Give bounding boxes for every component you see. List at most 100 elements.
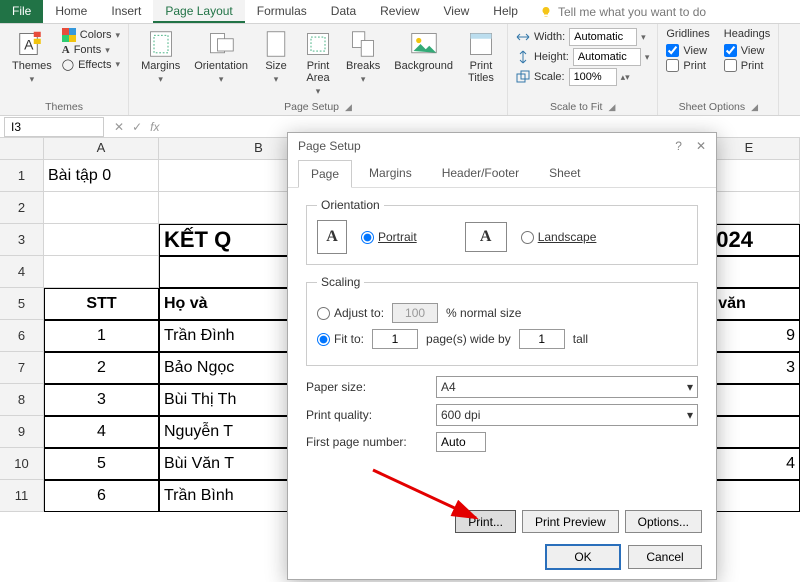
options-button[interactable]: Options...	[625, 510, 702, 533]
tell-me[interactable]: Tell me what you want to do	[530, 0, 716, 23]
fit-to-radio[interactable]: Fit to:	[317, 332, 364, 346]
cell[interactable]: STT	[44, 288, 159, 320]
group-sheet-options: Gridlines View Print Headings View Print…	[658, 24, 779, 115]
scale-launcher[interactable]: ◢	[608, 102, 615, 113]
print-titles-icon	[467, 30, 495, 58]
tab-help[interactable]: Help	[481, 0, 530, 23]
paper-size-label: Paper size:	[306, 380, 426, 394]
print-area-icon	[304, 30, 332, 58]
cancel-button[interactable]: Cancel	[628, 545, 702, 569]
background-button[interactable]: Background	[390, 28, 457, 74]
colors-button[interactable]: Colors ▾	[62, 28, 120, 42]
fit-tall-input[interactable]	[519, 329, 565, 349]
cancel-formula-icon[interactable]: ✕	[114, 120, 124, 134]
headings-view-check[interactable]: View	[724, 44, 770, 57]
paper-size-select[interactable]: A4▾	[436, 376, 698, 398]
margins-button[interactable]: Margins▾	[137, 28, 184, 87]
cell[interactable]	[44, 256, 159, 288]
row-header[interactable]: 2	[0, 192, 44, 224]
gridlines-print-check[interactable]: Print	[666, 59, 709, 72]
dialog-tab-header-footer[interactable]: Header/Footer	[429, 159, 532, 187]
close-icon[interactable]: ✕	[696, 139, 706, 153]
ok-button[interactable]: OK	[546, 545, 620, 569]
chevron-down-icon: ▾	[687, 380, 693, 394]
print-titles-button[interactable]: Print Titles	[463, 28, 499, 86]
col-header-a[interactable]: A	[44, 138, 159, 160]
print-quality-label: Print quality:	[306, 408, 426, 422]
headings-print-check[interactable]: Print	[724, 59, 770, 72]
scale-pct-input[interactable]	[569, 68, 617, 86]
row-header[interactable]: 7	[0, 352, 44, 384]
row-header[interactable]: 6	[0, 320, 44, 352]
cell[interactable]: Bài tập 0	[44, 160, 159, 192]
cell[interactable]: 4	[44, 416, 159, 448]
cell[interactable]: 5	[44, 448, 159, 480]
scale-width-select[interactable]	[569, 28, 637, 46]
tab-view[interactable]: View	[432, 0, 482, 23]
cell[interactable]: 1	[44, 320, 159, 352]
tab-formulas[interactable]: Formulas	[245, 0, 319, 23]
gridlines-view-check[interactable]: View	[666, 44, 709, 57]
row-header[interactable]: 8	[0, 384, 44, 416]
fx-icon[interactable]: fx	[150, 120, 159, 134]
orientation-button[interactable]: Orientation▾	[190, 28, 252, 87]
lightbulb-icon	[540, 6, 552, 18]
cell[interactable]	[44, 192, 159, 224]
row-header[interactable]: 1	[0, 160, 44, 192]
row-header[interactable]: 4	[0, 256, 44, 288]
height-icon	[516, 50, 530, 64]
row-header[interactable]: 5	[0, 288, 44, 320]
page-setup-launcher[interactable]: ◢	[345, 102, 352, 113]
scale-height-select[interactable]	[573, 48, 641, 66]
size-icon	[262, 30, 290, 58]
adjust-to-input[interactable]	[392, 303, 438, 323]
tab-data[interactable]: Data	[319, 0, 368, 23]
group-title-page-setup: Page Setup	[284, 101, 339, 113]
portrait-radio[interactable]: Portrait	[361, 230, 417, 244]
gridlines-label: Gridlines	[666, 28, 709, 40]
print-preview-button[interactable]: Print Preview	[522, 510, 619, 533]
tab-file[interactable]: File	[0, 0, 43, 23]
help-icon[interactable]: ?	[675, 139, 682, 153]
scaling-legend: Scaling	[317, 275, 364, 289]
landscape-radio[interactable]: Landscape	[521, 230, 597, 244]
tab-page-layout[interactable]: Page Layout	[153, 0, 244, 23]
print-quality-select[interactable]: 600 dpi▾	[436, 404, 698, 426]
background-icon	[410, 30, 438, 58]
row-header[interactable]: 3	[0, 224, 44, 256]
select-all-corner[interactable]	[0, 138, 44, 160]
dialog-tab-page[interactable]: Page	[298, 160, 352, 188]
row-header[interactable]: 10	[0, 448, 44, 480]
themes-button[interactable]: A Themes▾	[8, 28, 56, 87]
sheet-options-launcher[interactable]: ◢	[751, 102, 758, 113]
chevron-down-icon: ▾	[687, 408, 693, 422]
fit-wide-input[interactable]	[372, 329, 418, 349]
width-icon	[516, 30, 530, 44]
name-box[interactable]	[4, 117, 104, 137]
accept-formula-icon[interactable]: ✓	[132, 120, 142, 134]
dialog-tab-margins[interactable]: Margins	[356, 159, 425, 187]
adjust-to-radio[interactable]: Adjust to:	[317, 306, 384, 320]
cell[interactable]	[44, 224, 159, 256]
dialog-tab-sheet[interactable]: Sheet	[536, 159, 593, 187]
group-themes: A Themes▾ Colors ▾ AFonts ▾ ◯Effects ▾ T…	[0, 24, 129, 115]
print-area-button[interactable]: Print Area▾	[300, 28, 336, 99]
fonts-button[interactable]: AFonts ▾	[62, 44, 120, 56]
first-page-input[interactable]	[436, 432, 486, 452]
print-button[interactable]: Print...	[455, 510, 516, 533]
size-button[interactable]: Size▾	[258, 28, 294, 87]
cell[interactable]: 2	[44, 352, 159, 384]
first-page-label: First page number:	[306, 435, 426, 449]
group-scale-to-fit: Width: ▾ Height: ▾ Scale: ▴▾ Scale to Fi…	[508, 24, 658, 115]
row-header[interactable]: 9	[0, 416, 44, 448]
cell[interactable]: 6	[44, 480, 159, 512]
breaks-button[interactable]: Breaks▾	[342, 28, 384, 87]
tab-home[interactable]: Home	[43, 0, 99, 23]
tab-review[interactable]: Review	[368, 0, 431, 23]
headings-label: Headings	[724, 28, 770, 40]
effects-button[interactable]: ◯Effects ▾	[62, 58, 120, 71]
row-header[interactable]: 11	[0, 480, 44, 512]
cell[interactable]: 3	[44, 384, 159, 416]
scaling-fieldset: Scaling Adjust to: % normal size Fit to:…	[306, 275, 698, 366]
tab-insert[interactable]: Insert	[99, 0, 153, 23]
